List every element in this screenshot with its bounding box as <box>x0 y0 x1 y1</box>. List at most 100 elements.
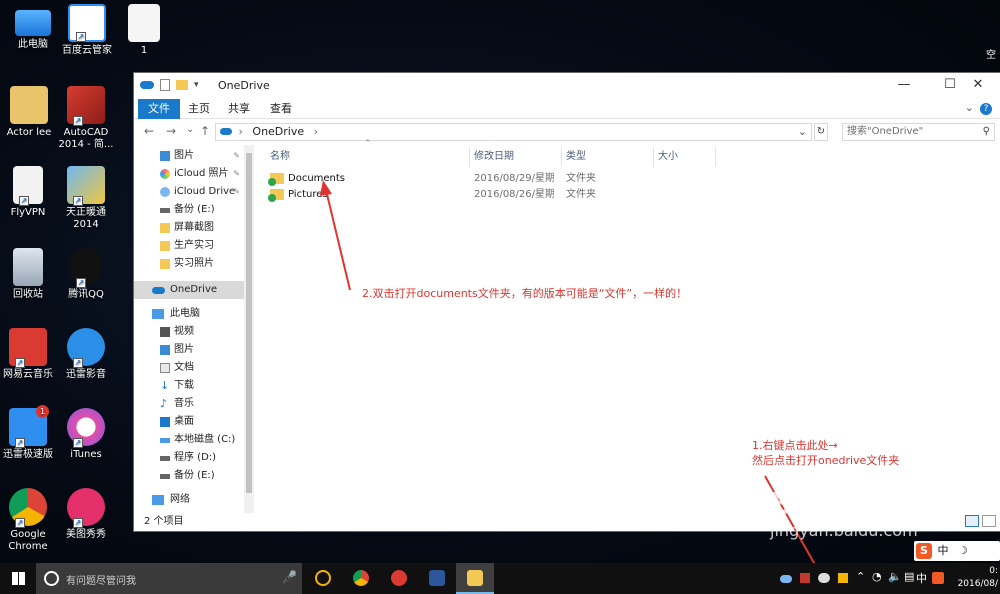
nav-item-backup-e[interactable]: 备份 (E:) <box>134 201 244 219</box>
tab-view[interactable]: 查看 <box>260 99 302 119</box>
navigation-pane: 图片 ✎ iCloud 照片 ✎ iCloud Drive ✎ 备份 (E:) … <box>134 145 244 505</box>
clock[interactable]: 0: 2016/08/ <box>958 565 998 591</box>
annotation-step1-line1: 1.右键点击此处→ <box>752 439 838 452</box>
nav-item-desktop[interactable]: 桌面 <box>134 413 244 431</box>
nav-item-pictures[interactable]: 图片 ✎ <box>134 147 244 165</box>
desktop-icon-tangent[interactable]: ↗ 天正暖通 2014 <box>53 166 119 231</box>
desktop-icon-recycle-bin[interactable]: 回收站 <box>0 248 61 301</box>
column-header-type[interactable]: 类型 <box>562 147 654 167</box>
desktop-icon-xunlei-video[interactable]: ↗ 迅雷影音 <box>53 328 119 381</box>
tray-onedrive-icon[interactable] <box>780 575 792 583</box>
nav-item-documents[interactable]: 文档 <box>134 359 244 377</box>
tray-wechat-icon[interactable] <box>818 573 830 583</box>
taskbar: 有问题尽管问我 🎤 ⌃ ◔ 🔈 ▤ 中 0: 2016/08/ <box>0 563 1000 594</box>
sogou-tray-icon[interactable] <box>932 572 944 584</box>
address-location[interactable]: OneDrive <box>252 125 304 138</box>
desktop-edge-text: 空 <box>986 50 996 61</box>
properties-icon[interactable] <box>160 79 170 91</box>
ime-toolbar[interactable]: S 中 ☽ <box>914 541 1000 561</box>
nav-item-this-pc[interactable]: 此电脑 <box>134 305 244 323</box>
tab-share[interactable]: 共享 <box>218 99 260 119</box>
desktop-icon-autocad[interactable]: ↗ AutoCAD 2014 - 简... <box>53 86 119 151</box>
desktop-icon-netease-music[interactable]: ↗ 网易云音乐 <box>0 328 61 381</box>
desktop-icon-itunes[interactable]: ↗ iTunes <box>53 408 119 461</box>
tab-file[interactable]: 文件 <box>138 99 180 119</box>
qat-dropdown[interactable]: ▾ <box>194 80 199 90</box>
ime-language[interactable]: 中 <box>938 544 949 557</box>
column-header-name[interactable]: 名称 <box>266 147 470 167</box>
refresh-button[interactable]: ↻ <box>814 123 828 141</box>
help-button[interactable]: ? <box>980 103 992 115</box>
microphone-icon[interactable]: 🎤 <box>282 570 297 584</box>
desktop-icon-qq[interactable]: ↗ 腾讯QQ <box>53 248 119 301</box>
ime-punct-icon[interactable]: ☽ <box>958 544 968 557</box>
icloud-drive-icon <box>160 187 170 197</box>
desktop-icon-label: 天正暖通 2014 <box>66 207 106 230</box>
shortcut-arrow-icon: ↗ <box>73 518 83 528</box>
watermark-url: jingyan.baidu.com <box>770 521 918 540</box>
recent-locations-button[interactable]: ⌄ <box>186 124 194 135</box>
search-input[interactable]: 搜索"OneDrive" ⚲ <box>842 123 995 141</box>
address-bar[interactable]: › OneDrive › ⌄ <box>215 123 812 141</box>
tab-home[interactable]: 主页 <box>178 99 220 119</box>
details-view-button[interactable] <box>965 515 979 527</box>
desktop-icon-flyvpn[interactable]: ↗ FlyVPN <box>0 166 61 219</box>
nav-item-internship-photos[interactable]: 实习照片 <box>134 255 244 273</box>
file-row[interactable]: Pictures 2016/08/26/星期... 文件夹 <box>264 187 596 203</box>
nav-item-onedrive[interactable]: OneDrive <box>134 281 244 299</box>
nav-item-internship[interactable]: 生产实习 <box>134 237 244 255</box>
taskbar-chrome[interactable] <box>342 563 380 594</box>
onedrive-cloud-icon <box>140 81 154 89</box>
sogou-logo-icon: S <box>916 543 932 559</box>
forward-button[interactable]: → <box>166 124 176 138</box>
back-button[interactable]: ← <box>144 124 154 138</box>
nav-item-icloud-photos[interactable]: iCloud 照片 ✎ <box>134 165 244 183</box>
network-icon[interactable]: ◔ <box>872 570 882 583</box>
minimize-button[interactable]: — <box>881 73 927 99</box>
tray-app-icon[interactable] <box>838 573 848 583</box>
nav-item-backup-e-pc[interactable]: 备份 (E:) <box>134 467 244 485</box>
nav-scrollbar[interactable] <box>244 145 254 513</box>
nav-item-pictures-pc[interactable]: 图片 <box>134 341 244 359</box>
desktop-icon-label: 网易云音乐 <box>3 369 53 380</box>
nav-item-icloud-drive[interactable]: iCloud Drive ✎ <box>134 183 244 201</box>
column-header-date[interactable]: 修改日期 <box>470 147 562 167</box>
shortcut-arrow-icon: ↗ <box>73 116 83 126</box>
nav-item-music[interactable]: ♪ 音乐 <box>134 395 244 413</box>
desktop-icon-chrome[interactable]: ↗ Google Chrome <box>0 488 61 553</box>
large-icons-view-button[interactable] <box>982 515 996 527</box>
scrollbar-thumb[interactable] <box>246 153 252 493</box>
nav-item-local-disk-c[interactable]: 本地磁盘 (C:) <box>134 431 244 449</box>
taskbar-word[interactable] <box>418 563 456 594</box>
start-button[interactable] <box>0 563 36 594</box>
volume-icon[interactable]: 🔈 <box>888 570 902 583</box>
file-date: 2016/08/29/星期... <box>474 173 554 184</box>
cortana-search[interactable]: 有问题尽管问我 🎤 <box>36 563 302 594</box>
desktop-icon-xunlei[interactable]: 1 ↗ 迅雷极速版 <box>0 405 61 461</box>
taskbar-qq[interactable] <box>304 563 342 594</box>
nav-item-label: 音乐 <box>174 398 194 409</box>
taskbar-file-explorer[interactable] <box>456 563 494 594</box>
show-hidden-icons[interactable]: ⌃ <box>856 570 865 583</box>
file-row[interactable]: Documents 2016/08/29/星期... 文件夹 <box>264 171 596 187</box>
desktop-icon-file-1[interactable]: 1 <box>111 4 177 57</box>
nav-item-network[interactable]: 网络 <box>134 491 244 509</box>
desktop-icon-label: 1 <box>140 45 148 56</box>
column-header-size[interactable]: 大小 <box>654 147 716 167</box>
nav-item-downloads[interactable]: ↓ 下载 <box>134 377 244 395</box>
nav-item-screenshots[interactable]: 屏幕截图 <box>134 219 244 237</box>
search-placeholder: 搜索"OneDrive" <box>847 126 924 137</box>
ribbon-expand-button[interactable]: ⌄ <box>965 101 974 114</box>
input-language[interactable]: 中 <box>916 570 927 586</box>
tray-app-icon[interactable] <box>800 573 810 583</box>
nav-item-label: 备份 (E:) <box>174 204 215 215</box>
notification-icon[interactable]: ▤ <box>904 570 914 583</box>
up-button[interactable]: ↑ <box>200 124 210 138</box>
desktop-icon-meitu[interactable]: ↗ 美图秀秀 <box>53 488 119 541</box>
address-dropdown[interactable]: ⌄ <box>798 124 807 140</box>
nav-item-programs-d[interactable]: 程序 (D:) <box>134 449 244 467</box>
nav-item-videos[interactable]: 视频 <box>134 323 244 341</box>
close-button[interactable]: ✕ <box>955 73 1000 99</box>
new-folder-icon[interactable] <box>176 80 188 90</box>
taskbar-netease-music[interactable] <box>380 563 418 594</box>
